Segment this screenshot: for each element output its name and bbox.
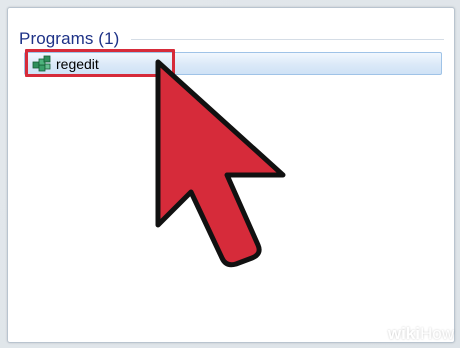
watermark-how: How	[419, 324, 454, 343]
section-title: Programs (1)	[19, 29, 120, 48]
watermark-wiki: wiki	[387, 324, 420, 343]
wikihow-watermark: wikiHow	[388, 324, 454, 344]
section-divider	[131, 39, 444, 40]
highlight-frame	[25, 49, 175, 77]
